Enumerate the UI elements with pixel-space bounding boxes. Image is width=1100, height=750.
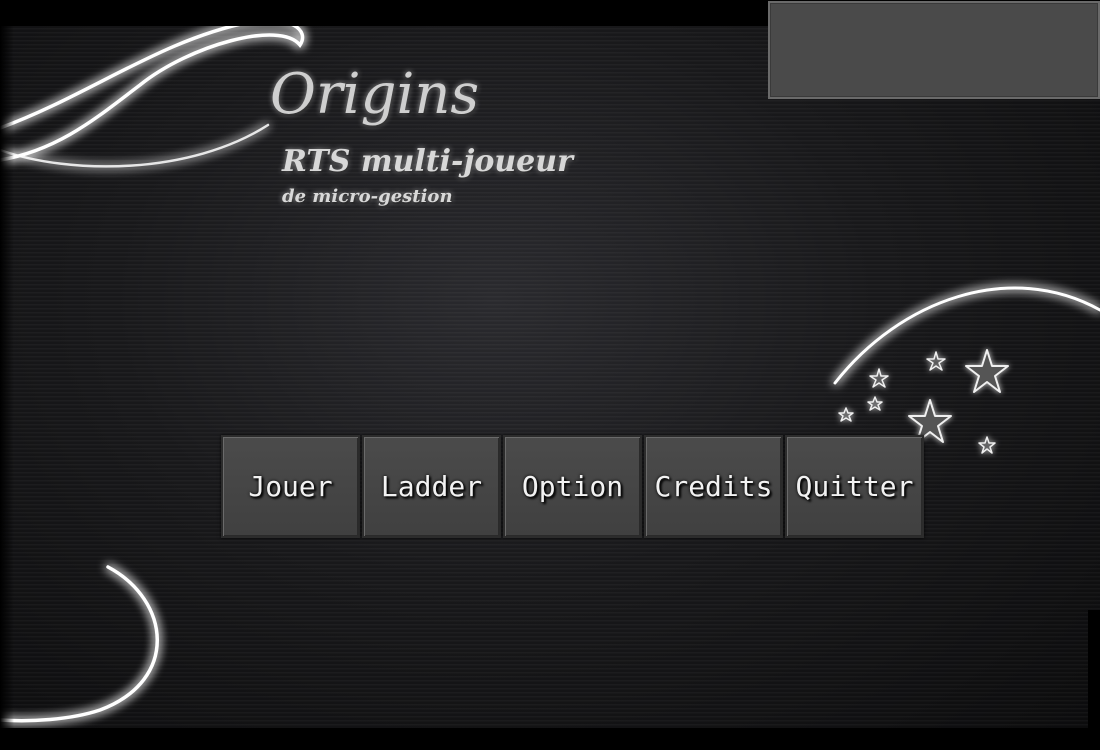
swirl-icon: [0, 565, 159, 723]
main-menu-screen: Origins RTS multi-joueur de micro-gestio…: [0, 0, 1100, 750]
game-tagline: de micro-gestion: [282, 186, 453, 207]
ladder-button-label: Ladder: [380, 470, 483, 503]
ladder-button[interactable]: Ladder: [362, 435, 501, 538]
play-button[interactable]: Jouer: [221, 435, 360, 538]
screen-border-right: [1088, 610, 1100, 750]
star-icon: [838, 407, 854, 422]
screen-border-left: [0, 0, 14, 750]
star-icon: [867, 396, 883, 411]
star-icon: [978, 436, 996, 454]
decoration-layer: [0, 18, 1100, 723]
play-button-label: Jouer: [248, 470, 333, 503]
option-button-label: Option: [521, 470, 624, 503]
quit-button-label: Quitter: [795, 470, 914, 503]
main-menu: Jouer Ladder Option Credits Quitter: [221, 435, 924, 538]
quit-button[interactable]: Quitter: [785, 435, 924, 538]
star-icon: [869, 368, 889, 388]
info-panel: [768, 1, 1100, 99]
credits-button-label: Credits: [654, 470, 773, 503]
game-title: Origins: [270, 62, 480, 127]
option-button[interactable]: Option: [503, 435, 642, 538]
swirl-icon: [0, 18, 305, 168]
star-icon: [965, 349, 1009, 393]
swirl-icon: [833, 286, 1100, 385]
screen-border-bottom: [0, 728, 1100, 750]
credits-button[interactable]: Credits: [644, 435, 783, 538]
game-subtitle: RTS multi-joueur: [282, 144, 573, 179]
star-icon: [926, 351, 946, 371]
